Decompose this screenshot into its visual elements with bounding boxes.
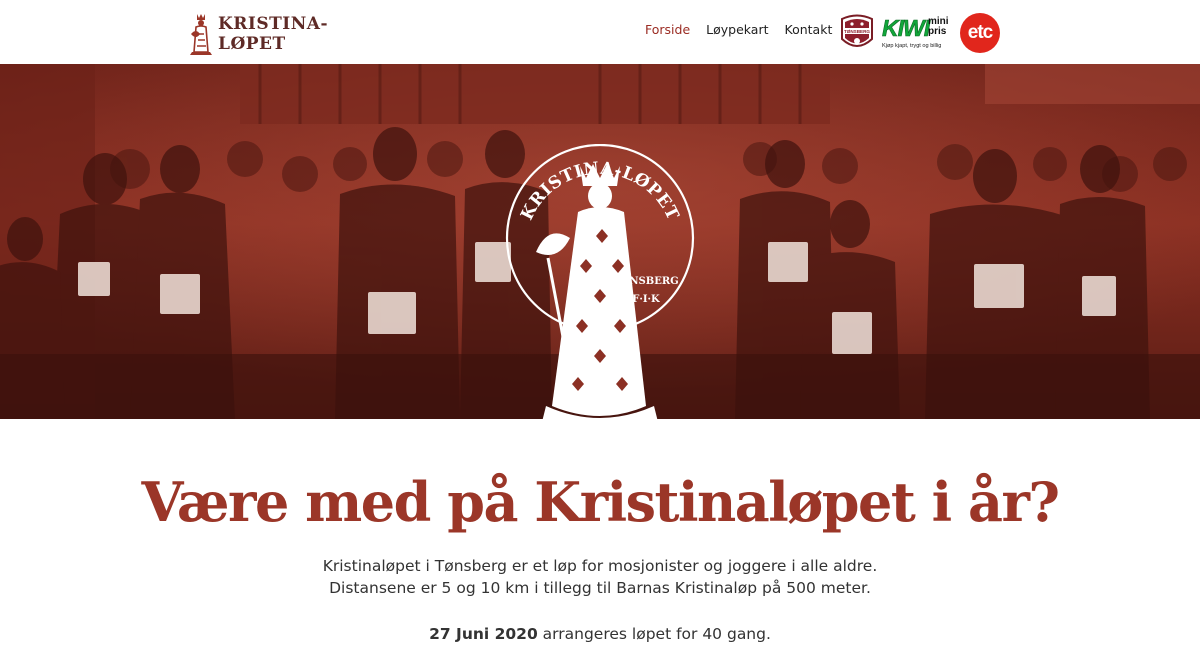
nav-link-kontakt[interactable]: Kontakt [785, 22, 833, 37]
kristina-lopet-emblem: KRISTINA-LØPET TØNSBERG F·I·K [505, 144, 695, 419]
hero-banner: KRISTINA-LØPET TØNSBERG F·I·K [0, 64, 1200, 419]
kiwi-logo[interactable]: KIWI mini pris Kjøp kjapt, trygt og billi… [882, 13, 952, 53]
intro-line-1: Kristinaløpet i Tønsberg er et løp for m… [322, 557, 878, 575]
race-date-line: 27 Juni 2020 arrangeres løpet for 40 gan… [0, 623, 1200, 645]
main-nav: Forside Løypekart Kontakt [645, 22, 832, 37]
brand-name-line2: LØPET [218, 33, 286, 54]
kiwi-tagline: Kjøp kjapt, trygt og billig [882, 43, 942, 49]
sponsor-logos: TØNSBERG KIWI mini pris Kjøp kjapt, trygt… [838, 13, 1000, 53]
site-header: KRISTINA- LØPET Forside Løypekart Kontak… [0, 0, 1200, 64]
brand-logo[interactable]: KRISTINA- LØPET [188, 12, 328, 56]
kiwi-mini-pris: mini pris [928, 16, 949, 37]
kiwi-name: KIWI [882, 15, 931, 41]
intro-text: Kristinaløpet i Tønsberg er et løp for m… [0, 555, 1200, 599]
etc-logo[interactable]: etc [960, 13, 1000, 53]
race-date-rest: arrangeres løpet for 40 gang. [537, 625, 771, 643]
brand-name-line1: KRISTINA- [218, 13, 329, 34]
tonsberg-fik-badge-icon[interactable]: TØNSBERG [838, 13, 876, 53]
race-date: 27 Juni 2020 [429, 625, 538, 643]
nav-link-loypekart[interactable]: Løypekart [706, 22, 768, 37]
emblem-side-top: TØNSBERG [613, 276, 678, 287]
nav-link-forside[interactable]: Forside [645, 22, 690, 37]
tfik-badge-text: TØNSBERG [844, 29, 870, 34]
intro-line-2: Distansene er 5 og 10 km i tillegg til B… [329, 579, 871, 597]
emblem-side-bottom: F·I·K [632, 294, 660, 305]
queen-emblem-icon [190, 14, 212, 55]
page-headline: Være med på Kristinaløpet i år? [141, 470, 1060, 534]
